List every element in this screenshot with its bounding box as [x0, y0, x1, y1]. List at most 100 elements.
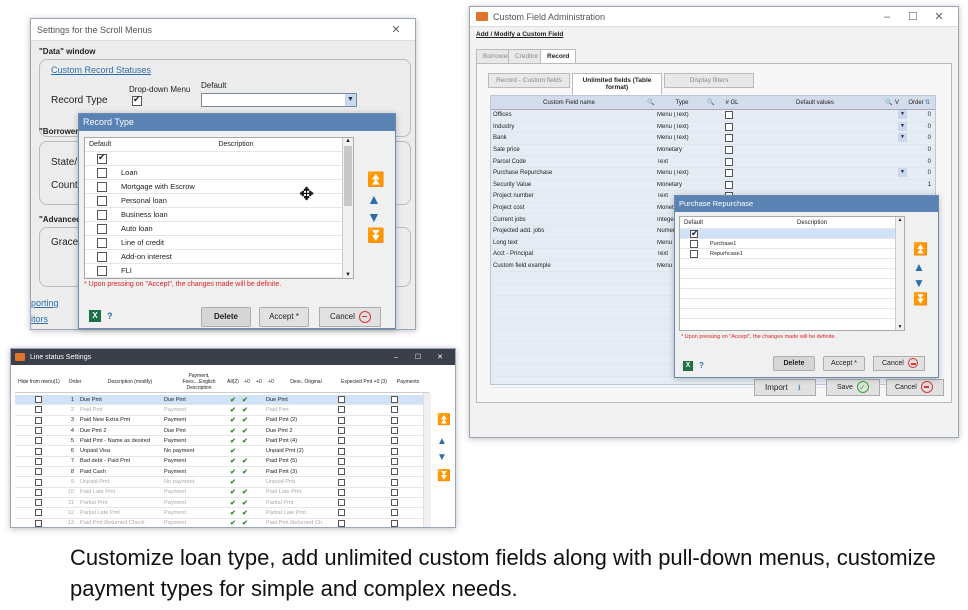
accept-button[interactable]: Accept * [259, 307, 309, 327]
subtab-record-custom-fields[interactable]: Record - Custom fields [488, 73, 570, 88]
expected-checkbox[interactable] [338, 478, 345, 486]
default-checkbox[interactable] [97, 152, 107, 164]
help-icon[interactable]: ? [699, 361, 704, 370]
default-checkbox[interactable] [690, 249, 698, 258]
expected-checkbox[interactable] [338, 519, 345, 527]
accept-button[interactable]: Accept * [823, 356, 865, 371]
minimize-icon[interactable]: – [385, 354, 407, 361]
chevron-down-icon[interactable]: ▼ [898, 121, 907, 131]
list-item[interactable]: Repurhcase1 [680, 249, 904, 259]
default-checkbox[interactable] [690, 239, 698, 248]
default-values-cell[interactable]: ▼ [747, 133, 907, 143]
table-row[interactable]: Sale price Monetary 0 [491, 145, 935, 157]
expected-checkbox[interactable] [338, 427, 345, 435]
cancel-button[interactable]: Cancel [319, 307, 381, 327]
move-down-icon[interactable]: ▼ [367, 210, 381, 224]
record-type-default-select[interactable]: ▼ [201, 93, 357, 107]
expected-checkbox[interactable] [338, 406, 345, 414]
payments-checkbox[interactable] [391, 478, 398, 486]
payments-checkbox[interactable] [391, 499, 398, 507]
table-row[interactable]: Purchase Repurchase Menu (Text) ▼ 0 [491, 168, 935, 180]
list-item[interactable]: Line of credit [85, 236, 353, 250]
chevron-down-icon[interactable]: ▼ [898, 110, 907, 120]
default-checkbox[interactable] [97, 237, 107, 248]
list-item[interactable]: Loan [85, 166, 353, 180]
move-up-icon[interactable]: ▲ [913, 260, 925, 274]
excel-icon[interactable]: X [89, 310, 101, 322]
custom-record-statuses-link[interactable]: Custom Record Statuses [51, 65, 151, 75]
default-values-cell[interactable]: ▼ [747, 110, 907, 120]
table-row[interactable]: 8 Paid Cash Payment ✔ ✔ Paid Pmt (3) [15, 467, 429, 478]
default-checkbox[interactable] [97, 265, 107, 276]
save-button[interactable]: Save [826, 379, 880, 396]
tab-record[interactable]: Record [540, 49, 577, 64]
scroll-down-icon[interactable]: ▼ [343, 272, 353, 278]
table-row[interactable]: 5 Paid Pmt - Name as desired Payment ✔ ✔ Paid… [15, 436, 429, 447]
default-checkbox[interactable] [97, 251, 107, 262]
hide-checkbox[interactable] [35, 478, 42, 486]
move-bottom-icon[interactable]: ⏬ [367, 228, 384, 242]
import-button[interactable]: Import ⭳ [754, 379, 816, 396]
table-row[interactable]: 12 Partial Late Pmt Payment ✔ ✔ Partial Late … [15, 508, 429, 519]
hide-checkbox[interactable] [35, 406, 42, 414]
excel-icon[interactable]: X [683, 361, 693, 371]
payments-checkbox[interactable] [391, 437, 398, 445]
move-bottom-icon[interactable]: ⏬ [437, 469, 451, 483]
move-top-icon[interactable]: ⏫ [367, 172, 384, 186]
scroll-up-icon[interactable]: ▲ [343, 138, 353, 144]
hide-checkbox[interactable] [35, 519, 42, 527]
hide-checkbox[interactable] [35, 396, 42, 404]
close-icon[interactable]: ✕ [926, 10, 952, 23]
payments-checkbox[interactable] [391, 406, 398, 414]
sort-icon[interactable]: ⇅ [925, 99, 935, 106]
default-checkbox[interactable] [97, 181, 107, 192]
list-item[interactable]: Purchase1 [680, 239, 904, 249]
expected-checkbox[interactable] [338, 457, 345, 465]
move-up-icon[interactable]: ▲ [437, 435, 447, 449]
table-row[interactable]: Parcel Code Text 0 [491, 156, 935, 168]
default-values-cell[interactable] [747, 145, 907, 155]
default-values-cell[interactable] [747, 157, 907, 167]
default-checkbox[interactable] [97, 209, 107, 220]
record-type-dropdown-checkbox[interactable] [132, 94, 142, 106]
scroll-thumb[interactable] [344, 146, 352, 206]
move-down-icon[interactable]: ▼ [913, 276, 925, 290]
payments-checkbox[interactable] [391, 509, 398, 517]
default-values-cell[interactable]: ▼ [747, 121, 907, 132]
table-row[interactable]: 13 Paid Pmt Returned Check Payment ✔ ✔ Paid P… [15, 519, 429, 527]
hide-checkbox[interactable] [35, 447, 42, 455]
gl-checkbox[interactable] [725, 134, 733, 143]
payments-checkbox[interactable] [391, 427, 398, 435]
help-icon[interactable]: ? [107, 311, 113, 321]
cancel-button[interactable]: Cancel [873, 356, 925, 371]
maximize-icon[interactable]: ☐ [900, 10, 926, 23]
gl-checkbox[interactable] [725, 122, 733, 131]
table-row[interactable]: 2 Paid Pmt Payment ✔ ✔ Paid Pmt [15, 405, 429, 416]
table-row[interactable]: 9 Unpaid Pmt No payment ✔ Unpaid Pmt [15, 477, 429, 488]
table-row[interactable]: Bank Menu (Text) ▼ 0 [491, 133, 935, 145]
default-values-cell[interactable]: ▼ [747, 168, 907, 178]
table-row[interactable]: Offices Menu (Text) ▼ 0 [491, 110, 935, 122]
scroll-up-icon[interactable]: ▲ [896, 217, 904, 223]
expected-checkbox[interactable] [338, 416, 345, 424]
list-item[interactable]: FLI [85, 264, 353, 278]
payments-checkbox[interactable] [391, 416, 398, 424]
gl-checkbox[interactable] [725, 157, 733, 166]
default-checkbox[interactable] [97, 223, 107, 234]
table-row[interactable]: 10 Paid Late Pmt Payment ✔ ✔ Paid Late Pmt [15, 488, 429, 498]
payments-checkbox[interactable] [391, 447, 398, 455]
default-checkbox[interactable] [690, 228, 699, 239]
expected-checkbox[interactable] [338, 509, 345, 517]
move-top-icon[interactable]: ⏫ [913, 242, 928, 256]
payments-checkbox[interactable] [391, 457, 398, 465]
subtab-display-filters[interactable]: Display filters [664, 73, 754, 88]
payments-checkbox[interactable] [391, 488, 398, 496]
minimize-icon[interactable]: – [874, 11, 900, 23]
chevron-down-icon[interactable]: ▼ [898, 133, 907, 143]
expected-checkbox[interactable] [338, 447, 345, 455]
scrollbar[interactable]: ▲ ▼ [895, 217, 904, 330]
table-row[interactable]: 4 Due Pmt 2 Due Pmt ✔ ✔ Due Pmt 2 [15, 426, 429, 437]
expected-checkbox[interactable] [338, 437, 345, 445]
table-row[interactable]: Security Value Monetary 1 [491, 180, 935, 192]
maximize-icon[interactable]: ☐ [407, 353, 429, 361]
